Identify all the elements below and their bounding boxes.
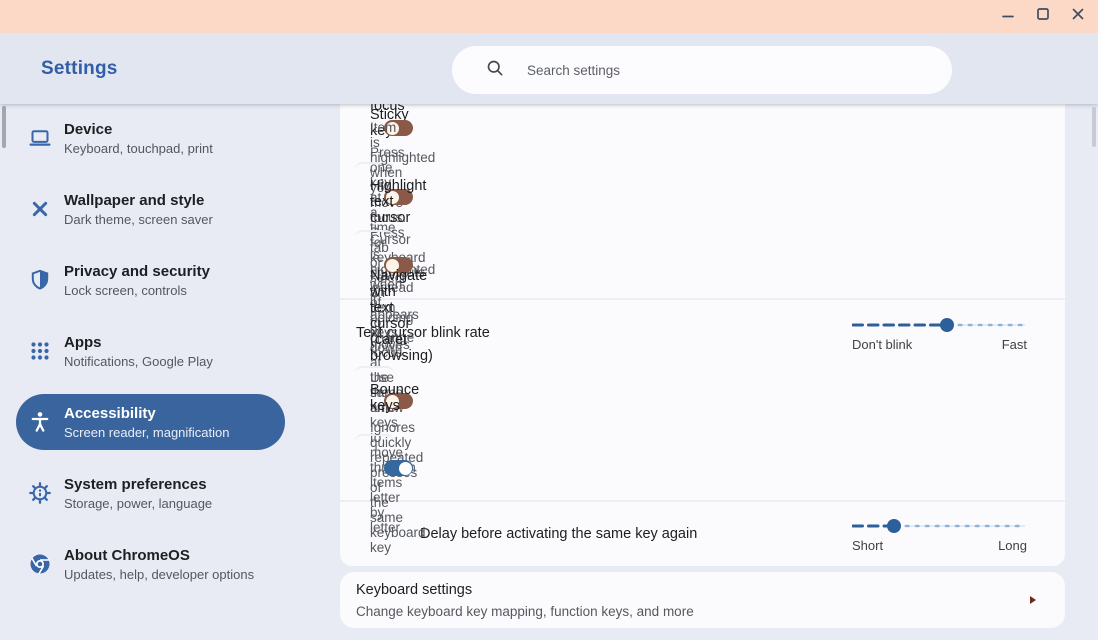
laptop-icon bbox=[28, 126, 52, 150]
sidebar-item-label: Device bbox=[64, 121, 213, 138]
slider-delay-before-activating-the-same-key-again[interactable]: Short Long bbox=[852, 517, 1027, 553]
setting-title: Keyboard settings bbox=[356, 582, 1030, 598]
sidebar-scrollbar-thumb[interactable] bbox=[2, 106, 6, 148]
slider-max-label: Long bbox=[998, 538, 1027, 553]
sidebar-item-sublabel: Storage, power, language bbox=[64, 496, 212, 511]
slider-max-label: Fast bbox=[1002, 337, 1027, 352]
slider-min-label: Short bbox=[852, 538, 883, 553]
slider-min-label: Don't blink bbox=[852, 337, 912, 352]
shield-icon bbox=[28, 268, 52, 292]
accessibility-person-icon bbox=[28, 410, 52, 434]
wallpaper-style-icon bbox=[28, 197, 52, 221]
sidebar-item-sublabel: Updates, help, developer options bbox=[64, 567, 254, 582]
sidebar-item-label: Accessibility bbox=[64, 405, 229, 422]
app-header: Settings bbox=[0, 33, 1098, 104]
search-bar[interactable] bbox=[452, 46, 952, 94]
maximize-button[interactable] bbox=[1035, 9, 1051, 25]
sidebar-item-label: About ChromeOS bbox=[64, 547, 254, 564]
search-icon bbox=[485, 58, 505, 83]
apps-grid-icon bbox=[28, 339, 52, 363]
sidebar-item-sublabel: Lock screen, controls bbox=[64, 283, 210, 298]
sidebar-item-about-chromeos[interactable]: About ChromeOS Updates, help, developer o… bbox=[16, 536, 285, 592]
chromeos-logo-icon bbox=[28, 552, 52, 576]
sidebar-item-sublabel: Keyboard, touchpad, print bbox=[64, 141, 213, 156]
sidebar-item-sublabel: Dark theme, screen saver bbox=[64, 212, 213, 227]
sidebar-item-system-preferences[interactable]: System preferences Storage, power, langua… bbox=[16, 465, 285, 521]
gear-icon bbox=[28, 481, 52, 505]
window-title-bar bbox=[0, 0, 1098, 33]
maximize-icon bbox=[1036, 7, 1050, 26]
toggle-bounce-keys[interactable] bbox=[384, 460, 413, 476]
minimize-button[interactable] bbox=[1000, 9, 1016, 25]
close-button[interactable] bbox=[1070, 9, 1086, 25]
content-scrollbar-thumb[interactable] bbox=[1092, 107, 1096, 147]
page-title: Settings bbox=[41, 58, 118, 80]
sidebar-item-label: System preferences bbox=[64, 476, 212, 493]
settings-content: Sticky keysPress one key at a time for k… bbox=[340, 104, 1065, 628]
setting-subtitle: Change keyboard key mapping, function ke… bbox=[356, 604, 1030, 619]
sidebar-item-sublabel: Screen reader, magnification bbox=[64, 425, 229, 440]
setting-title: Text cursor blink rate bbox=[356, 325, 852, 341]
sidebar-item-label: Privacy and security bbox=[64, 263, 210, 280]
minimize-icon bbox=[1001, 7, 1015, 26]
sidebar-item-label: Apps bbox=[64, 334, 213, 351]
sidebar-item-label: Wallpaper and style bbox=[64, 192, 213, 209]
slider-text-cursor-blink-rate[interactable]: Don't blink Fast bbox=[852, 316, 1027, 352]
setting-row-text-cursor-blink-rate: Text cursor blink rateDon't blink Fast bbox=[340, 298, 1065, 366]
sidebar-item-accessibility[interactable]: Accessibility Screen reader, magnificatio… bbox=[16, 394, 285, 450]
sidebar-item-apps[interactable]: Apps Notifications, Google Play bbox=[16, 323, 285, 379]
setting-row-keyboard-settings[interactable]: Keyboard settings Change keyboard key map… bbox=[340, 572, 1065, 628]
sidebar-item-privacy[interactable]: Privacy and security Lock screen, control… bbox=[16, 252, 285, 308]
sidebar-nav: Device Keyboard, touchpad, print Wallpaper… bbox=[0, 104, 340, 640]
close-icon bbox=[1071, 7, 1085, 26]
sidebar-item-sublabel: Notifications, Google Play bbox=[64, 354, 213, 369]
settings-card: Sticky keysPress one key at a time for k… bbox=[340, 104, 1065, 566]
setting-row-delay-before-activating-the-same-key-again: Delay before activating the same key aga… bbox=[340, 500, 1065, 566]
sidebar-item-wallpaper[interactable]: Wallpaper and style Dark theme, screen sa… bbox=[16, 181, 285, 237]
setting-title: Delay before activating the same key aga… bbox=[420, 526, 852, 542]
toggle-thumb bbox=[399, 462, 412, 475]
search-input[interactable] bbox=[527, 63, 907, 78]
setting-row-bounce-keys: Bounce keysIgnores quickly repeated pres… bbox=[354, 434, 395, 500]
keyboard-settings-card: Keyboard settings Change keyboard key map… bbox=[340, 572, 1065, 628]
chevron-right-icon bbox=[1030, 596, 1036, 604]
sidebar-item-device[interactable]: Device Keyboard, touchpad, print bbox=[16, 110, 285, 166]
